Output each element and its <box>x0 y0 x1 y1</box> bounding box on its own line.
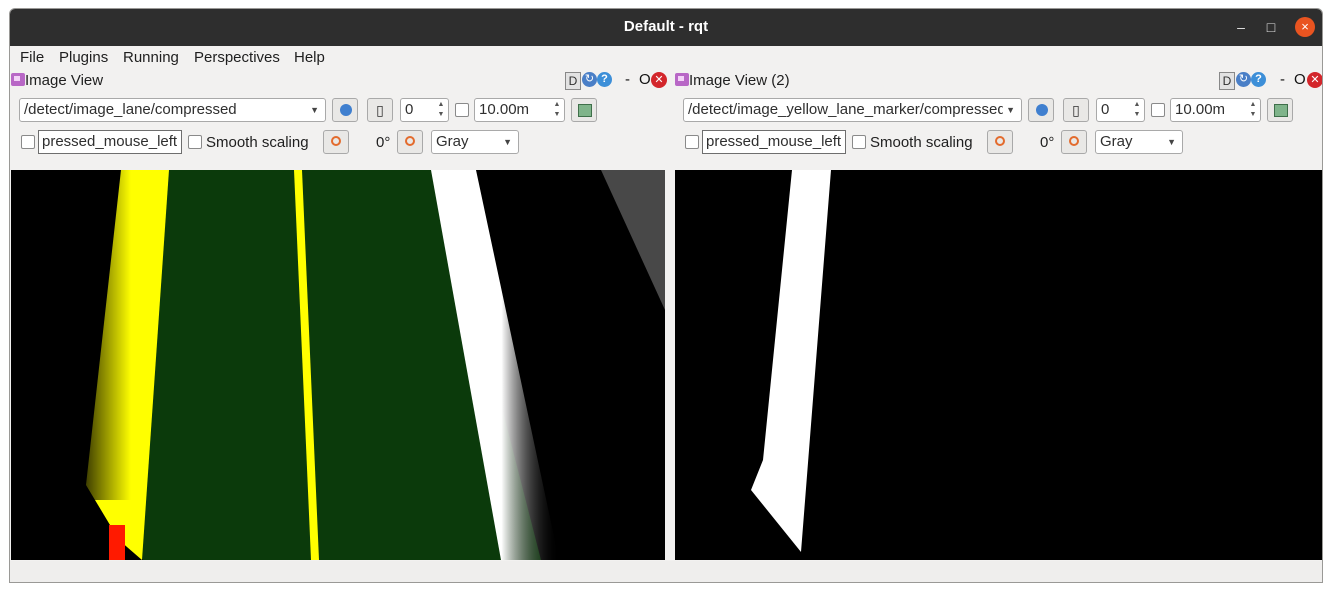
title-bar[interactable]: Default - rqt – □ × <box>10 9 1322 46</box>
panel-2-minimize-button[interactable]: - <box>1280 71 1285 88</box>
panel-2-spin-value: 0 <box>1101 101 1110 118</box>
panel-2-rotate-left-button[interactable] <box>987 130 1013 154</box>
panel-1-header-buttons: D ↻ ? - O ✕ <box>565 71 667 90</box>
panel-2-time-value: 10.00m <box>1175 101 1226 118</box>
panel-1-help-icon[interactable]: ? <box>597 72 612 87</box>
panel-2-image-canvas[interactable] <box>675 170 1322 560</box>
minimize-button[interactable]: – <box>1231 17 1251 37</box>
lane-image <box>11 170 665 560</box>
panel-1-save-image-button[interactable] <box>571 98 597 122</box>
panel-1-smooth-label: Smooth scaling <box>206 134 309 151</box>
panel-1-time-checkbox[interactable] <box>455 103 469 117</box>
status-bar <box>10 561 1322 582</box>
panel-2-save-image-button[interactable] <box>1267 98 1293 122</box>
panel-1-rotate-left-button[interactable] <box>323 130 349 154</box>
close-button[interactable]: × <box>1295 17 1315 37</box>
panel-2-colormap-select[interactable]: Gray ▼ <box>1095 130 1183 154</box>
window-title: Default - rqt <box>623 18 709 35</box>
menu-file[interactable]: File <box>20 49 44 66</box>
menu-plugins[interactable]: Plugins <box>59 49 108 66</box>
spin-arrows-icon[interactable]: ▲ ▼ <box>1132 100 1142 120</box>
maximize-button[interactable]: □ <box>1261 17 1281 37</box>
panel-1-minimize-button[interactable]: - <box>625 71 630 88</box>
panel-1-time-value: 10.00m <box>479 101 530 118</box>
panel-1-colormap-value: Gray <box>436 133 469 150</box>
chevron-down-icon: ▼ <box>1167 137 1176 147</box>
panel-1-topic-select[interactable]: /detect/image_lane/compressed ▼ <box>19 98 326 122</box>
panel-1-topic-value: /detect/image_lane/compressed <box>24 101 237 118</box>
chevron-down-icon: ▼ <box>310 105 319 115</box>
panel-2-mouse-checkbox[interactable] <box>685 135 699 149</box>
panel-2-close-icon[interactable]: ✕ <box>1307 72 1322 88</box>
chevron-down-icon: ▼ <box>1003 99 1015 121</box>
panel-2-time-input[interactable]: 10.00m ▲ ▼ <box>1170 98 1261 122</box>
yellow-marker-mask <box>675 170 1322 560</box>
panel-1-time-input[interactable]: 10.00m ▲ ▼ <box>474 98 565 122</box>
panel-1-spin-value: 0 <box>405 101 414 118</box>
panel-2-smooth-checkbox[interactable] <box>852 135 866 149</box>
panel-1-colormap-select[interactable]: Gray ▼ <box>431 130 519 154</box>
panel-1-rotate-right-button[interactable] <box>397 130 423 154</box>
panel-1-title: Image View <box>11 72 103 92</box>
panel-1-mouse-checkbox[interactable] <box>21 135 35 149</box>
panel-2-refresh-button[interactable] <box>1028 98 1054 122</box>
panel-2-header-buttons: D ↻ ? - O ✕ <box>1219 71 1322 90</box>
panel-2-spin-input[interactable]: 0 ▲ ▼ <box>1096 98 1145 122</box>
panel-1-spin-input[interactable]: 0 ▲ ▼ <box>400 98 449 122</box>
panel-2-zoom-button[interactable]: ▯ <box>1063 98 1089 122</box>
panel-2-config-icon[interactable]: ↻ <box>1236 72 1251 87</box>
panel-1-close-icon[interactable]: ✕ <box>651 72 667 88</box>
spin-arrows-icon[interactable]: ▲ ▼ <box>552 100 562 120</box>
panel-2-rotation-label: 0° <box>1040 134 1055 151</box>
menu-bar: File Plugins Running Perspectives Help <box>10 46 1322 70</box>
panel-1-rotation-label: 0° <box>376 134 391 151</box>
menu-help[interactable]: Help <box>294 49 325 66</box>
panel-2-smooth-label: Smooth scaling <box>870 134 973 151</box>
panel-2-title: Image View (2) <box>675 72 790 92</box>
panel-1-mouse-topic-field[interactable]: pressed_mouse_left <box>38 130 182 154</box>
panel-1-zoom-button[interactable]: ▯ <box>367 98 393 122</box>
red-marker <box>109 525 125 560</box>
menu-running[interactable]: Running <box>123 49 179 66</box>
panel-1-float-button[interactable]: O <box>639 71 651 88</box>
panel-2-topic-select[interactable]: /detect/image_yellow_lane_marker/compres… <box>683 98 1022 122</box>
panel-2-colormap-value: Gray <box>1100 133 1133 150</box>
spin-arrows-icon[interactable]: ▲ ▼ <box>1248 100 1258 120</box>
panel-2-dock-button[interactable]: D <box>1219 72 1235 90</box>
panel-1-image-canvas[interactable] <box>11 170 665 560</box>
panel-1-smooth-checkbox[interactable] <box>188 135 202 149</box>
panel-1-config-icon[interactable]: ↻ <box>582 72 597 87</box>
menu-perspectives[interactable]: Perspectives <box>194 49 280 66</box>
panel-2-rotate-right-button[interactable] <box>1061 130 1087 154</box>
panel-1-dock-button[interactable]: D <box>565 72 581 90</box>
spin-arrows-icon[interactable]: ▲ ▼ <box>436 100 446 120</box>
panel-1-refresh-button[interactable] <box>332 98 358 122</box>
chevron-down-icon: ▼ <box>503 137 512 147</box>
panel-2-title-text: Image View (2) <box>689 72 790 89</box>
panel-1-title-text: Image View <box>25 72 104 89</box>
panel-2-time-checkbox[interactable] <box>1151 103 1165 117</box>
rqt-window: Default - rqt – □ × File Plugins Running… <box>9 8 1323 583</box>
panel-2-mouse-topic-field[interactable]: pressed_mouse_left <box>702 130 846 154</box>
panel-2-float-button[interactable]: O <box>1294 71 1306 88</box>
panel-2-help-icon[interactable]: ? <box>1251 72 1266 87</box>
image-view-icon <box>11 73 25 86</box>
image-view-icon <box>675 73 689 86</box>
panel-2-topic-value: /detect/image_yellow_lane_marker/compres… <box>688 101 1006 118</box>
